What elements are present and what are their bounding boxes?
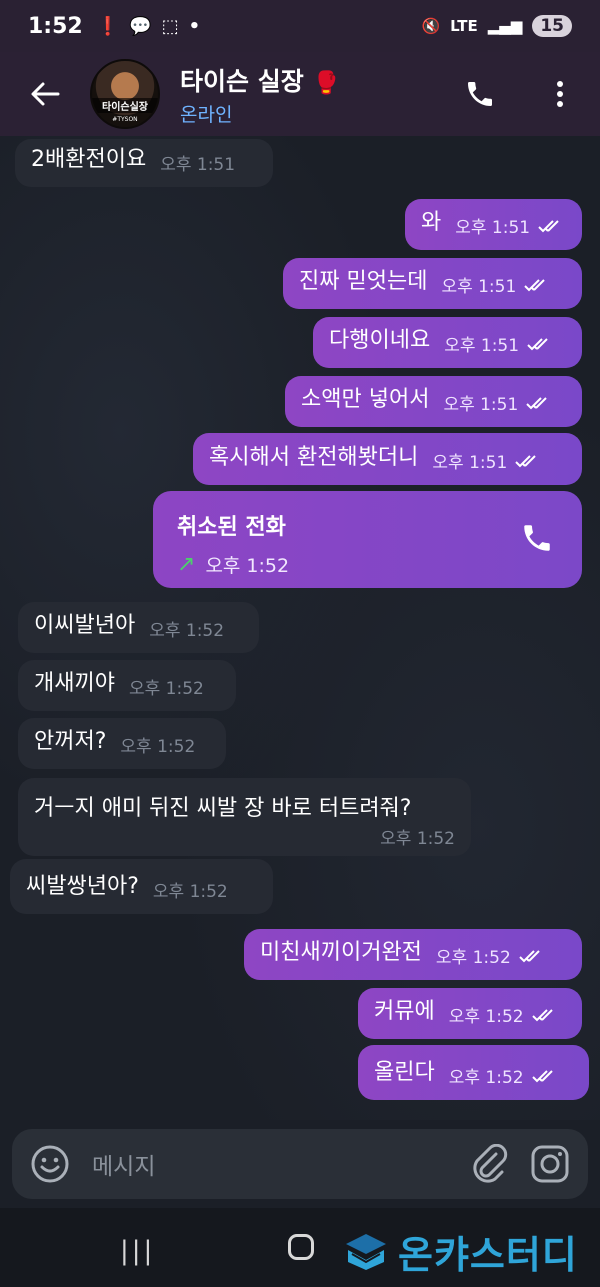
composer-bar: 메시지 <box>0 1120 600 1208</box>
camera-button[interactable] <box>530 1144 570 1184</box>
message-text: 미친새끼이거완전 <box>260 940 422 965</box>
avatar-sublabel: #TYSON <box>112 116 138 123</box>
status-time: 1:52 <box>28 13 83 39</box>
more-menu-button[interactable] <box>520 52 600 136</box>
message-input[interactable]: 메시지 <box>92 1147 450 1181</box>
message-time: 오후 1:51 <box>443 395 519 415</box>
message-text: 진짜 믿엇는데 <box>299 269 428 294</box>
mute-icon: 🔇 <box>421 17 441 35</box>
phone-icon <box>468 82 492 106</box>
message-time: 오후 1:52 <box>128 679 204 699</box>
message-list[interactable]: 2배환전이요 오후 1:51 와 오후 1:51 진짜 믿엇는데 오후 1:51… <box>0 136 600 1120</box>
online-status: 온라인 <box>180 103 233 126</box>
instagram-camera-icon <box>531 1145 569 1183</box>
message-time: 오후 1:52 <box>120 737 196 757</box>
message-bubble[interactable]: 올린다 오후 1:52 <box>358 1045 589 1100</box>
message-text: 이씨발년아 <box>34 613 136 638</box>
smiley-icon <box>31 1145 69 1183</box>
boxing-glove-icon: 🥊 <box>312 70 340 96</box>
message-bubble[interactable]: 이씨발년아 오후 1:52 <box>18 602 259 653</box>
message-time: 오후 1:51 <box>160 155 236 175</box>
more-vertical-icon <box>557 81 563 107</box>
message-text: 혹시해서 환전해봣더니 <box>209 445 419 470</box>
message-time: 오후 1:52 <box>380 829 455 849</box>
call-title: 취소된 전화 <box>177 515 286 540</box>
contact-info[interactable]: 타이슨 실장 🥊 온라인 <box>180 62 340 127</box>
message-text: 안꺼저? <box>34 729 107 754</box>
read-check-icon <box>538 219 559 232</box>
chat-header: 타이슨실장 #TYSON 타이슨 실장 🥊 온라인 <box>0 52 600 136</box>
read-check-icon <box>531 1008 553 1021</box>
emoji-button[interactable] <box>30 1144 70 1184</box>
message-bubble[interactable]: 소액만 넣어서 오후 1:51 <box>285 376 582 427</box>
screenshot-icon: ⬚ <box>161 15 179 37</box>
avatar-label: 타이슨실장 <box>92 98 158 113</box>
talk-icon: 💬 <box>129 15 152 37</box>
message-time: 오후 1:51 <box>444 336 520 356</box>
watermark-text: 온캬스터디 <box>398 1233 578 1277</box>
call-back-button[interactable] <box>520 521 554 559</box>
message-bubble[interactable]: 개새끼야 오후 1:52 <box>18 660 236 711</box>
message-time: 오후 1:51 <box>455 218 531 238</box>
message-time: 오후 1:52 <box>448 1007 524 1027</box>
message-bubble[interactable]: 거ㅡ지 애미 뒤진 씨발 장 바로 터트려줘? 오후 1:52 <box>18 778 471 856</box>
arrow-left-icon <box>31 82 60 106</box>
book-logo-icon <box>346 1233 386 1270</box>
phone-icon <box>524 525 550 551</box>
message-time: 오후 1:52 <box>435 948 511 968</box>
message-time: 오후 1:51 <box>432 453 508 473</box>
alert-icon: ❗ <box>96 15 120 37</box>
read-check-icon <box>519 949 540 962</box>
read-check-icon <box>527 337 548 350</box>
message-time: 오후 1:52 <box>448 1068 524 1088</box>
message-bubble[interactable]: 다행이네요 오후 1:51 <box>313 317 582 368</box>
message-composer: 메시지 <box>12 1129 588 1199</box>
cancelled-call-bubble[interactable]: 취소된 전화 ↗ 오후 1:52 <box>153 491 582 588</box>
message-text: 씨발쌍년아? <box>26 874 139 899</box>
watermark: 온캬스터디 <box>342 1224 578 1279</box>
message-text: 와 <box>421 210 442 235</box>
recent-apps-button[interactable]: ||| <box>120 1236 155 1266</box>
message-text: 2배환전이요 <box>31 147 147 172</box>
read-check-icon <box>531 1069 553 1082</box>
call-time: 오후 1:52 <box>205 555 290 577</box>
avatar[interactable]: 타이슨실장 #TYSON <box>90 59 160 129</box>
paperclip-icon <box>473 1144 508 1183</box>
message-text: 올린다 <box>374 1060 435 1085</box>
message-bubble[interactable]: 진짜 믿엇는데 오후 1:51 <box>283 258 582 309</box>
attach-button[interactable] <box>472 1144 508 1184</box>
message-text: 개새끼야 <box>34 671 115 696</box>
back-button[interactable] <box>0 52 90 136</box>
contact-name: 타이슨 실장 <box>180 66 304 96</box>
read-check-icon <box>524 278 546 291</box>
message-bubble[interactable]: 2배환전이요 오후 1:51 <box>15 139 273 187</box>
message-bubble[interactable]: 씨발쌍년아? 오후 1:52 <box>10 859 273 914</box>
status-bar: 1:52 ❗ 💬 ⬚ • 🔇 LTE ▂▄▆ 15 <box>0 0 600 52</box>
battery-icon: 15 <box>532 15 572 37</box>
dot-icon: • <box>188 15 201 37</box>
message-text: 거ㅡ지 애미 뒤진 씨발 장 바로 터트려줘? <box>34 796 412 821</box>
read-check-icon <box>526 396 548 409</box>
message-text: 다행이네요 <box>329 328 431 353</box>
message-text: 커뮤에 <box>374 999 435 1024</box>
message-bubble[interactable]: 와 오후 1:51 <box>405 199 582 250</box>
read-check-icon <box>515 454 536 467</box>
message-time: 오후 1:51 <box>441 277 517 297</box>
message-time: 오후 1:52 <box>152 882 228 902</box>
message-bubble[interactable]: 미친새끼이거완전 오후 1:52 <box>244 929 582 980</box>
home-button[interactable] <box>288 1234 314 1260</box>
message-bubble[interactable]: 혹시해서 환전해봣더니 오후 1:51 <box>193 433 582 485</box>
message-text: 소액만 넣어서 <box>301 387 430 412</box>
outgoing-arrow-icon: ↗ <box>177 552 196 577</box>
message-bubble[interactable]: 커뮤에 오후 1:52 <box>358 988 582 1039</box>
message-time: 오후 1:52 <box>149 621 225 641</box>
message-bubble[interactable]: 안꺼저? 오후 1:52 <box>18 718 226 769</box>
system-nav-bar: ||| 온캬스터디 <box>0 1208 600 1287</box>
signal-icon: ▂▄▆ <box>487 17 523 35</box>
call-button[interactable] <box>440 52 520 136</box>
network-label: LTE <box>450 17 478 35</box>
